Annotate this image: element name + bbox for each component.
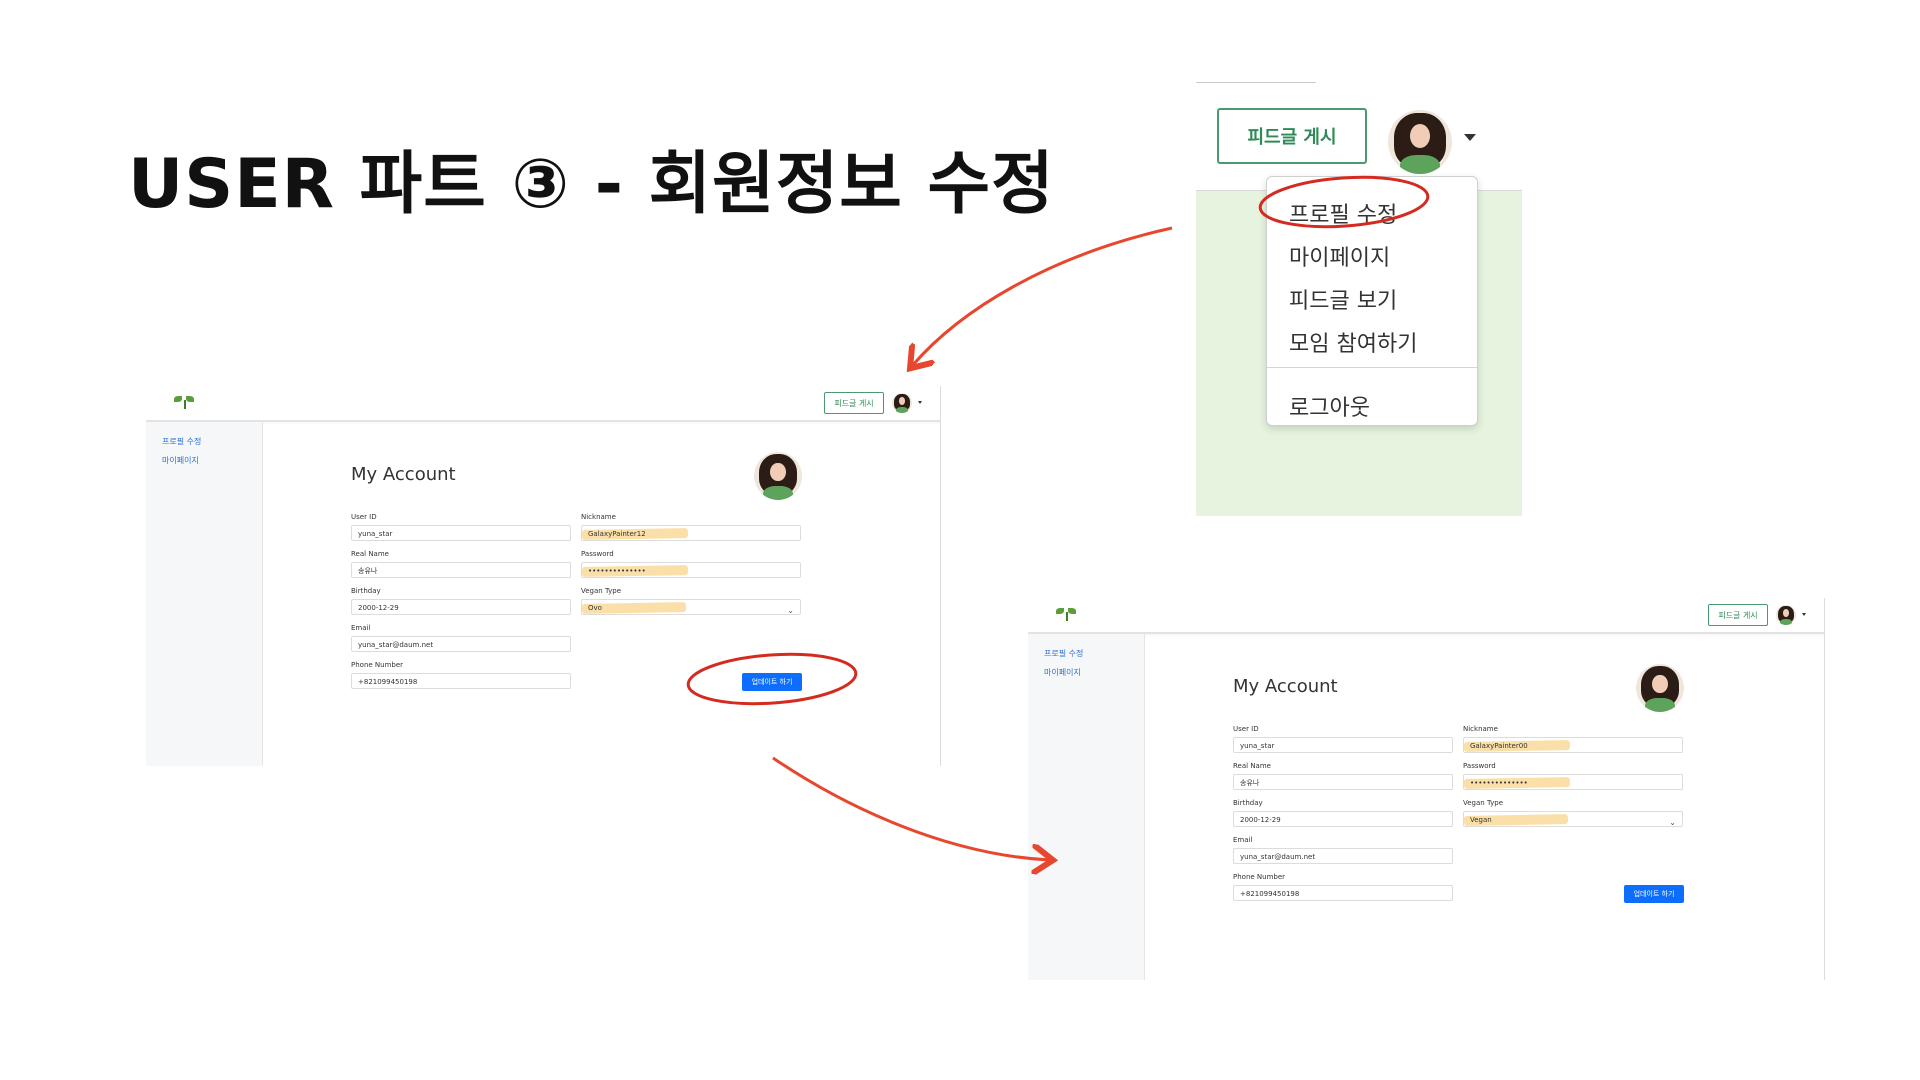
sidebar-item-edit-profile[interactable]: 프로필 수정	[162, 436, 201, 447]
update-button[interactable]: 업데이트 하기	[742, 673, 802, 691]
arrow-icon	[772, 756, 1050, 860]
phone-field[interactable]: +821099450198	[1233, 885, 1453, 901]
avatar[interactable]	[1776, 605, 1796, 625]
caret-down-icon[interactable]	[1802, 613, 1806, 616]
sidebar-item-mypage[interactable]: 마이페이지	[162, 455, 199, 466]
arrow-icon	[912, 226, 1173, 366]
password-field[interactable]: ••••••••••••••	[581, 562, 801, 578]
menu-item-join-group[interactable]: 모임 참여하기	[1289, 326, 1417, 358]
logo-sprout-icon[interactable]	[174, 396, 196, 410]
caret-down-icon[interactable]	[918, 401, 922, 404]
menu-item-view-feed[interactable]: 피드글 보기	[1289, 283, 1397, 315]
phone-label: Phone Number	[1233, 873, 1286, 881]
menu-item-edit-profile[interactable]: 프로필 수정	[1289, 197, 1397, 229]
sidebar: 프로필 수정 마이페이지	[146, 422, 263, 766]
user-id-label: User ID	[1233, 725, 1259, 733]
navbar: 피드글 게시	[146, 386, 940, 422]
email-label: Email	[351, 624, 371, 632]
update-button[interactable]: 업데이트 하기	[1624, 885, 1684, 903]
account-screenshot-after: 피드글 게시 프로필 수정 마이페이지 My Account User ID y…	[1028, 598, 1825, 980]
menu-divider	[1267, 367, 1477, 368]
nickname-label: Nickname	[1463, 725, 1498, 733]
zoomed-navbar-crop: 피드글 게시 프로필 수정 마이페이지 피드글 보기 모임 참여하기 로그아웃	[1196, 82, 1522, 516]
vegan-type-label: Vegan Type	[1463, 799, 1504, 807]
avatar[interactable]	[892, 393, 912, 413]
sidebar: 프로필 수정 마이페이지	[1028, 634, 1145, 980]
caret-down-icon[interactable]	[1464, 134, 1476, 141]
nickname-label: Nickname	[581, 513, 616, 521]
vegan-type-value: Ovo	[588, 604, 602, 612]
chevron-down-icon: ⌄	[1669, 818, 1676, 827]
birthday-label: Birthday	[1233, 799, 1263, 807]
chevron-down-icon: ⌄	[787, 606, 794, 615]
phone-field[interactable]: +821099450198	[351, 673, 571, 689]
profile-avatar	[1636, 664, 1684, 712]
nickname-field[interactable]: GalaxyPainter00	[1463, 737, 1683, 753]
page-title: My Account	[1233, 676, 1338, 697]
birthday-field[interactable]: 2000-12-29	[351, 599, 571, 615]
account-screenshot-before: 피드글 게시 프로필 수정 마이페이지 My Account User ID y…	[146, 386, 941, 766]
real-name-label: Real Name	[351, 550, 389, 558]
email-label: Email	[1233, 836, 1253, 844]
vegan-type-select[interactable]: Ovo ⌄	[581, 599, 801, 615]
profile-avatar	[754, 452, 802, 500]
navbar: 피드글 게시	[1028, 598, 1824, 634]
sidebar-item-mypage[interactable]: 마이페이지	[1044, 667, 1081, 678]
avatar[interactable]	[1388, 110, 1452, 174]
page-title: My Account	[351, 464, 456, 485]
nickname-field[interactable]: GalaxyPainter12	[581, 525, 801, 541]
post-feed-button[interactable]: 피드글 게시	[1217, 108, 1367, 164]
email-field[interactable]: yuna_star@daum.net	[1233, 848, 1453, 864]
user-dropdown-menu: 프로필 수정 마이페이지 피드글 보기 모임 참여하기 로그아웃	[1266, 176, 1478, 426]
real-name-label: Real Name	[1233, 762, 1271, 770]
post-feed-button[interactable]: 피드글 게시	[1708, 604, 1768, 626]
logo-sprout-icon[interactable]	[1056, 608, 1078, 622]
birthday-label: Birthday	[351, 587, 381, 595]
real-name-field[interactable]: 송유나	[351, 562, 571, 578]
sidebar-item-edit-profile[interactable]: 프로필 수정	[1044, 648, 1083, 659]
vegan-type-select[interactable]: Vegan ⌄	[1463, 811, 1683, 827]
real-name-field[interactable]: 송유나	[1233, 774, 1453, 790]
user-id-field[interactable]: yuna_star	[1233, 737, 1453, 753]
email-field[interactable]: yuna_star@daum.net	[351, 636, 571, 652]
phone-label: Phone Number	[351, 661, 404, 669]
menu-item-logout[interactable]: 로그아웃	[1289, 390, 1370, 422]
vegan-type-label: Vegan Type	[581, 587, 622, 595]
password-field[interactable]: ••••••••••••••	[1463, 774, 1683, 790]
menu-item-mypage[interactable]: 마이페이지	[1289, 240, 1390, 272]
password-label: Password	[581, 550, 614, 558]
user-id-label: User ID	[351, 513, 377, 521]
user-id-field[interactable]: yuna_star	[351, 525, 571, 541]
divider	[1196, 82, 1316, 83]
vegan-type-value: Vegan	[1470, 816, 1492, 824]
password-label: Password	[1463, 762, 1496, 770]
post-feed-button[interactable]: 피드글 게시	[824, 392, 884, 414]
slide-title: USER 파트 ③ - 회원정보 수정	[128, 145, 1055, 224]
birthday-field[interactable]: 2000-12-29	[1233, 811, 1453, 827]
